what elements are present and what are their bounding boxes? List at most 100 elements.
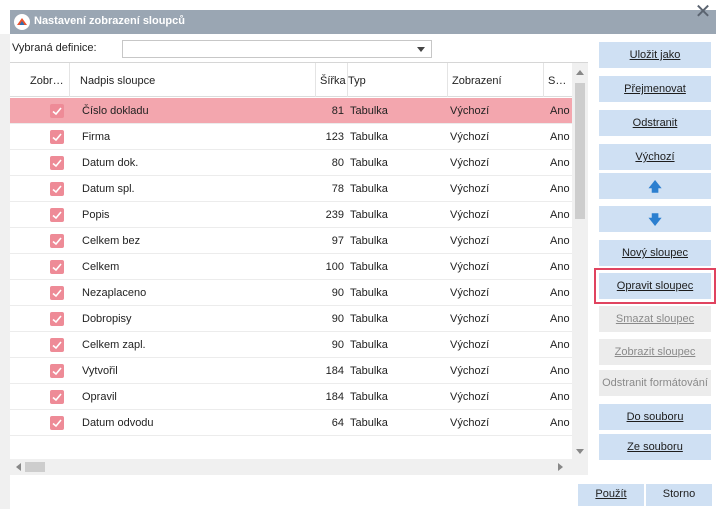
delete-column-button[interactable]: Smazat sloupec — [599, 306, 711, 332]
cell-type: Tabulka — [350, 157, 388, 169]
table-row[interactable]: Dobropisy 90 Tabulka Výchozí Ano — [10, 306, 572, 332]
cell-type: Tabulka — [350, 391, 388, 403]
cell-s: Ano — [550, 339, 570, 351]
visible-checkbox[interactable] — [50, 182, 64, 196]
cell-width: 80 — [331, 157, 344, 169]
cell-s: Ano — [550, 235, 570, 247]
cell-title: Vytvořil — [82, 365, 118, 377]
visible-checkbox[interactable] — [50, 286, 64, 300]
visible-checkbox[interactable] — [50, 104, 64, 118]
scroll-up-icon[interactable] — [576, 70, 584, 75]
visible-checkbox[interactable] — [50, 156, 64, 170]
cell-width: 97 — [331, 235, 344, 247]
cell-type: Tabulka — [350, 313, 388, 325]
cell-s: Ano — [550, 183, 570, 195]
save-as-button[interactable]: Uložit jako — [599, 42, 711, 68]
new-column-button[interactable]: Nový sloupec — [599, 240, 711, 266]
visible-checkbox[interactable] — [50, 130, 64, 144]
dialog-title: Nastavení zobrazení sloupců — [34, 15, 185, 27]
title-bar: Nastavení zobrazení sloupců — [10, 10, 716, 34]
grid-header: Zobr… Nadpis sloupce Šířka Typ Zobrazení… — [10, 63, 572, 97]
import-from-file-button[interactable]: Ze souboru — [599, 434, 711, 460]
table-row[interactable]: Nezaplaceno 90 Tabulka Výchozí Ano — [10, 280, 572, 306]
header-title[interactable]: Nadpis sloupce — [76, 63, 316, 97]
scroll-right-icon[interactable] — [558, 463, 563, 471]
table-row[interactable]: Popis 239 Tabulka Výchozí Ano — [10, 202, 572, 228]
export-to-file-button[interactable]: Do souboru — [599, 404, 711, 430]
scroll-thumb[interactable] — [575, 83, 585, 219]
visible-checkbox[interactable] — [50, 364, 64, 378]
cell-s: Ano — [550, 313, 570, 325]
cell-title: Firma — [82, 131, 111, 143]
visible-checkbox[interactable] — [50, 416, 64, 430]
visible-checkbox[interactable] — [50, 208, 64, 222]
header-display[interactable]: Zobrazení — [448, 63, 544, 97]
cell-display: Výchozí — [450, 313, 490, 325]
cell-display: Výchozí — [450, 183, 490, 195]
cell-type: Tabulka — [350, 339, 388, 351]
move-up-button[interactable]: 🡅 — [599, 173, 711, 199]
cell-title: Popis — [82, 209, 110, 221]
cell-display: Výchozí — [450, 339, 490, 351]
table-row[interactable]: Vytvořil 184 Tabulka Výchozí Ano — [10, 358, 572, 384]
cell-display: Výchozí — [450, 235, 490, 247]
move-down-button[interactable]: 🡇 — [599, 206, 711, 232]
visible-checkbox[interactable] — [50, 338, 64, 352]
cell-title: Opravil — [82, 391, 117, 403]
scroll-left-icon[interactable] — [16, 463, 21, 471]
table-row[interactable]: Datum dok. 80 Tabulka Výchozí Ano — [10, 150, 572, 176]
default-button[interactable]: Výchozí — [599, 144, 711, 170]
vertical-scrollbar[interactable] — [572, 63, 588, 459]
cell-title: Datum dok. — [82, 157, 139, 169]
cell-type: Tabulka — [350, 261, 388, 273]
cell-display: Výchozí — [450, 105, 490, 117]
edit-column-button[interactable]: Opravit sloupec — [594, 268, 716, 304]
table-row[interactable]: Opravil 184 Tabulka Výchozí Ano — [10, 384, 572, 410]
cell-title: Číslo dokladu — [82, 105, 149, 117]
chevron-down-icon[interactable] — [417, 47, 425, 52]
header-s[interactable]: S… — [544, 63, 572, 97]
cell-type: Tabulka — [350, 105, 388, 117]
cell-title: Celkem bez — [82, 235, 141, 247]
visible-checkbox[interactable] — [50, 312, 64, 326]
visible-checkbox[interactable] — [50, 234, 64, 248]
cell-width: 184 — [325, 365, 344, 377]
table-row[interactable]: Celkem zapl. 90 Tabulka Výchozí Ano — [10, 332, 572, 358]
table-row[interactable]: Datum spl. 78 Tabulka Výchozí Ano — [10, 176, 572, 202]
cell-width: 78 — [331, 183, 344, 195]
table-row[interactable]: Číslo dokladu 81 Tabulka Výchozí Ano — [10, 98, 572, 124]
cell-s: Ano — [550, 157, 570, 169]
table-row[interactable]: Firma 123 Tabulka Výchozí Ano — [10, 124, 572, 150]
cell-display: Výchozí — [450, 131, 490, 143]
cell-display: Výchozí — [450, 365, 490, 377]
table-row[interactable]: Celkem bez 97 Tabulka Výchozí Ano — [10, 228, 572, 254]
table-row[interactable]: Celkem 100 Tabulka Výchozí Ano — [10, 254, 572, 280]
visible-checkbox[interactable] — [50, 390, 64, 404]
cell-width: 239 — [325, 209, 344, 221]
cell-type: Tabulka — [350, 131, 388, 143]
header-visible[interactable]: Zobr… — [26, 63, 70, 97]
rename-button[interactable]: Přejmenovat — [599, 76, 711, 102]
cell-type: Tabulka — [350, 365, 388, 377]
table-row[interactable]: Datum odvodu 64 Tabulka Výchozí Ano — [10, 410, 572, 436]
definition-select[interactable] — [122, 40, 432, 58]
dialog-window: Nastavení zobrazení sloupců ✕ Vybraná de… — [0, 0, 716, 509]
hscroll-thumb[interactable] — [25, 462, 45, 472]
cell-display: Výchozí — [450, 287, 490, 299]
cell-type: Tabulka — [350, 287, 388, 299]
show-column-button[interactable]: Zobrazit sloupec — [599, 339, 711, 365]
scroll-down-icon[interactable] — [576, 449, 584, 454]
horizontal-scrollbar[interactable] — [10, 459, 588, 475]
header-type[interactable]: Typ — [344, 63, 448, 97]
visible-checkbox[interactable] — [50, 260, 64, 274]
remove-formatting-button[interactable]: Odstranit formátování — [599, 370, 711, 396]
cancel-button[interactable]: Storno — [646, 484, 712, 506]
close-icon[interactable]: ✕ — [692, 0, 714, 24]
remove-definition-button[interactable]: Odstranit — [599, 110, 711, 136]
app-logo-icon — [14, 14, 30, 30]
definition-label: Vybraná definice: — [12, 42, 97, 54]
cell-s: Ano — [550, 391, 570, 403]
apply-button[interactable]: Použít — [578, 484, 644, 506]
cell-width: 81 — [331, 105, 344, 117]
arrow-up-icon: 🡅 — [648, 179, 662, 194]
